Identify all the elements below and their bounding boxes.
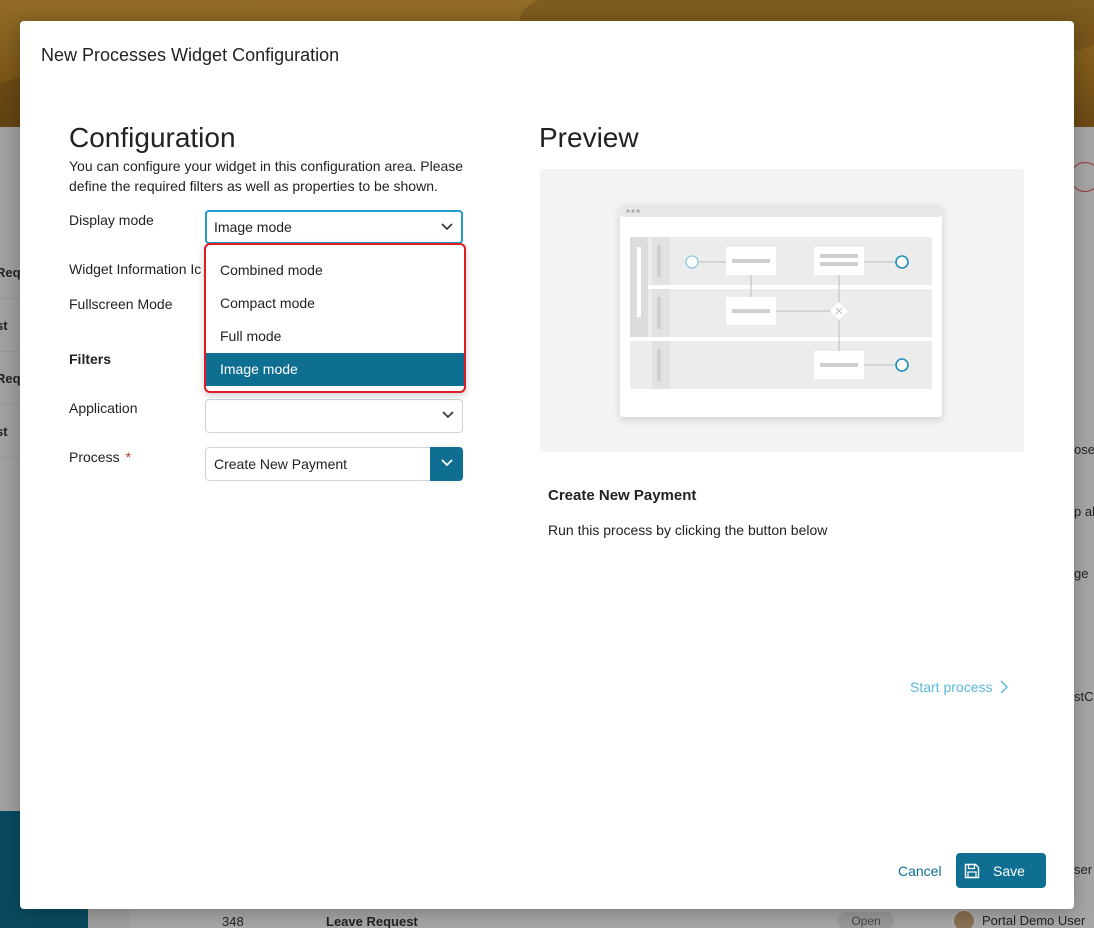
cancel-button[interactable]: Cancel (898, 863, 942, 879)
modal-title: New Processes Widget Configuration (41, 45, 340, 65)
configuration-heading: Configuration (69, 122, 236, 153)
dropdown-option-compact[interactable]: Compact mode (206, 287, 464, 320)
filters-heading: Filters (69, 351, 112, 367)
chevron-down-icon (442, 411, 454, 421)
display-mode-label: Display mode (69, 212, 154, 228)
preview-image-area (540, 169, 1024, 452)
chevron-down-icon (441, 459, 453, 467)
dropdown-option-combined[interactable]: Combined mode (206, 254, 464, 287)
preview-card-title: Create New Payment (548, 487, 697, 504)
save-icon (964, 863, 980, 879)
dropdown-option-full[interactable]: Full mode (206, 320, 464, 353)
widget-config-modal: New Processes Widget Configuration Confi… (20, 21, 1074, 909)
start-process-label: Start process (910, 679, 993, 695)
start-process-link[interactable]: Start process (910, 679, 1009, 695)
chevron-down-icon (441, 223, 453, 233)
display-mode-value: Image mode (214, 219, 292, 235)
application-label: Application (69, 400, 138, 416)
fullscreen-mode-label: Fullscreen Mode (69, 296, 173, 312)
required-marker: * (125, 449, 132, 465)
chevron-right-icon (1000, 680, 1009, 694)
preview-heading: Preview (539, 122, 639, 153)
save-label: Save (993, 863, 1025, 879)
process-diagram-illustration (620, 205, 942, 417)
application-select[interactable] (205, 399, 463, 433)
process-label-text: Process (69, 449, 120, 465)
display-mode-select[interactable]: Image mode (205, 210, 463, 244)
widget-information-label: Widget Information Ic (69, 261, 202, 277)
process-label: Process * (69, 449, 131, 465)
preview-card-text: Run this process by clicking the button … (548, 522, 828, 538)
process-value: Create New Payment (214, 456, 348, 472)
configuration-description: You can configure your widget in this co… (69, 158, 464, 194)
process-dropdown-button[interactable] (430, 447, 463, 481)
display-mode-dropdown: Combined mode Compact mode Full mode Ima… (204, 243, 466, 393)
save-button[interactable]: Save (956, 853, 1046, 888)
dropdown-option-image[interactable]: Image mode (206, 353, 464, 386)
process-select[interactable]: Create New Payment (205, 447, 463, 481)
